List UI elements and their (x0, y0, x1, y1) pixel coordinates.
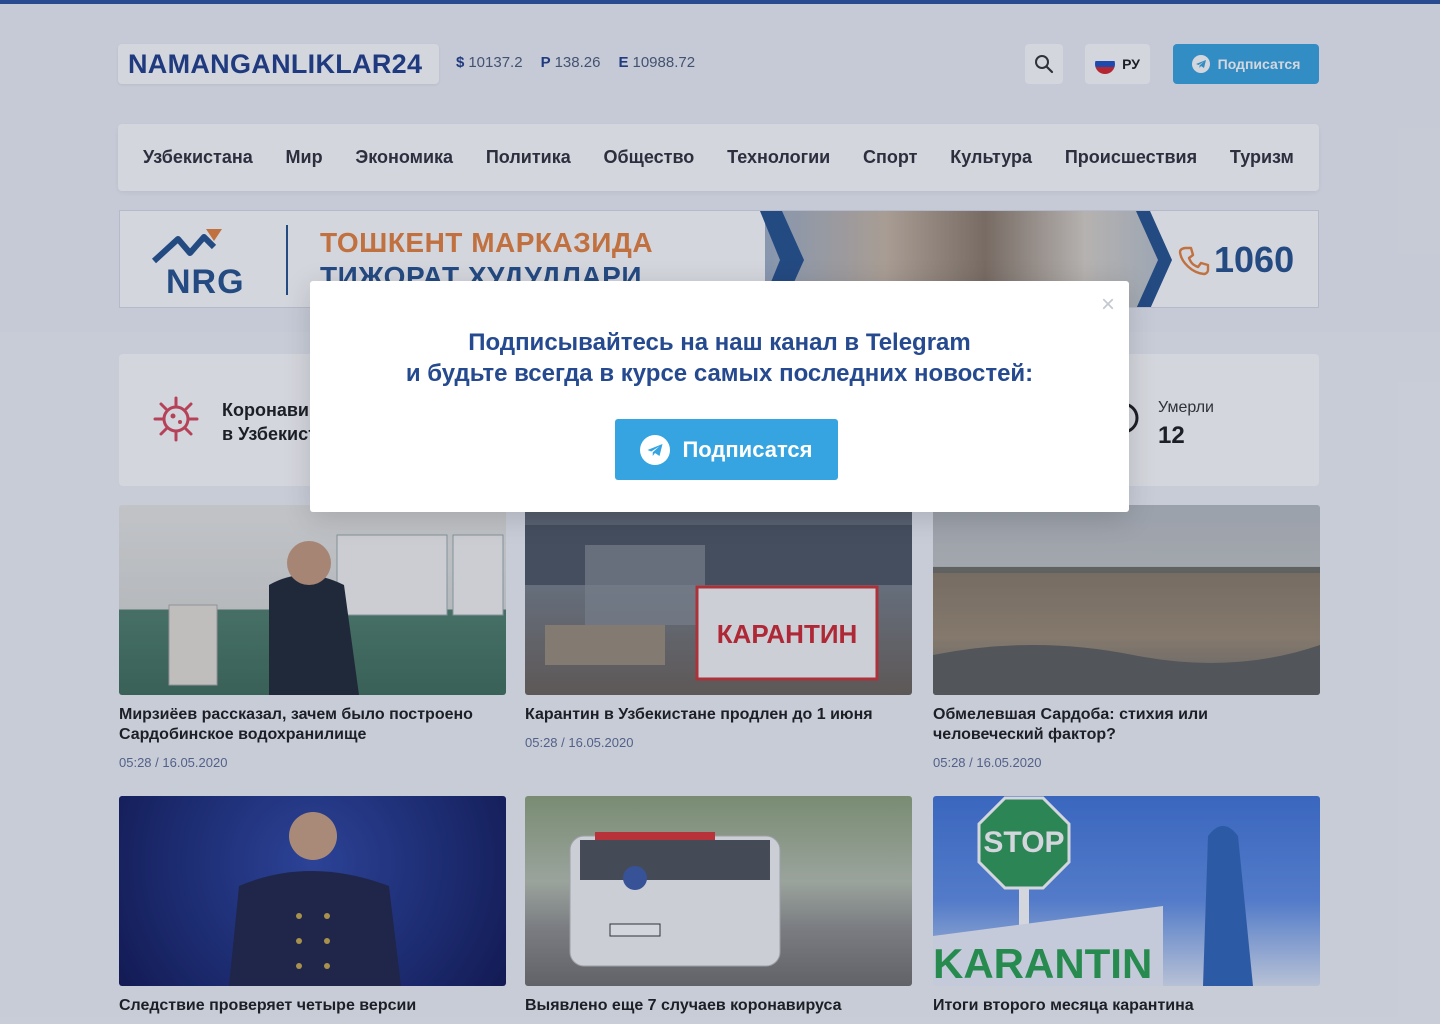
close-icon[interactable]: × (1101, 291, 1115, 319)
modal-message: Подписывайтесь на наш канал в Telegram и… (310, 327, 1129, 389)
modal-message-line-2: и будьте всегда в курсе самых последних … (405, 360, 1034, 387)
modal-overlay[interactable] (0, 0, 1440, 1024)
modal-subscribe-label: Подписатся (682, 436, 813, 462)
telegram-subscribe-modal: × Подписывайтесь на наш канал в Telegram… (310, 281, 1129, 512)
modal-message-line-1: Подписывайтесь на наш канал в Telegram (468, 329, 971, 356)
telegram-icon (640, 434, 671, 465)
modal-subscribe-button[interactable]: Подписатся (615, 419, 838, 480)
